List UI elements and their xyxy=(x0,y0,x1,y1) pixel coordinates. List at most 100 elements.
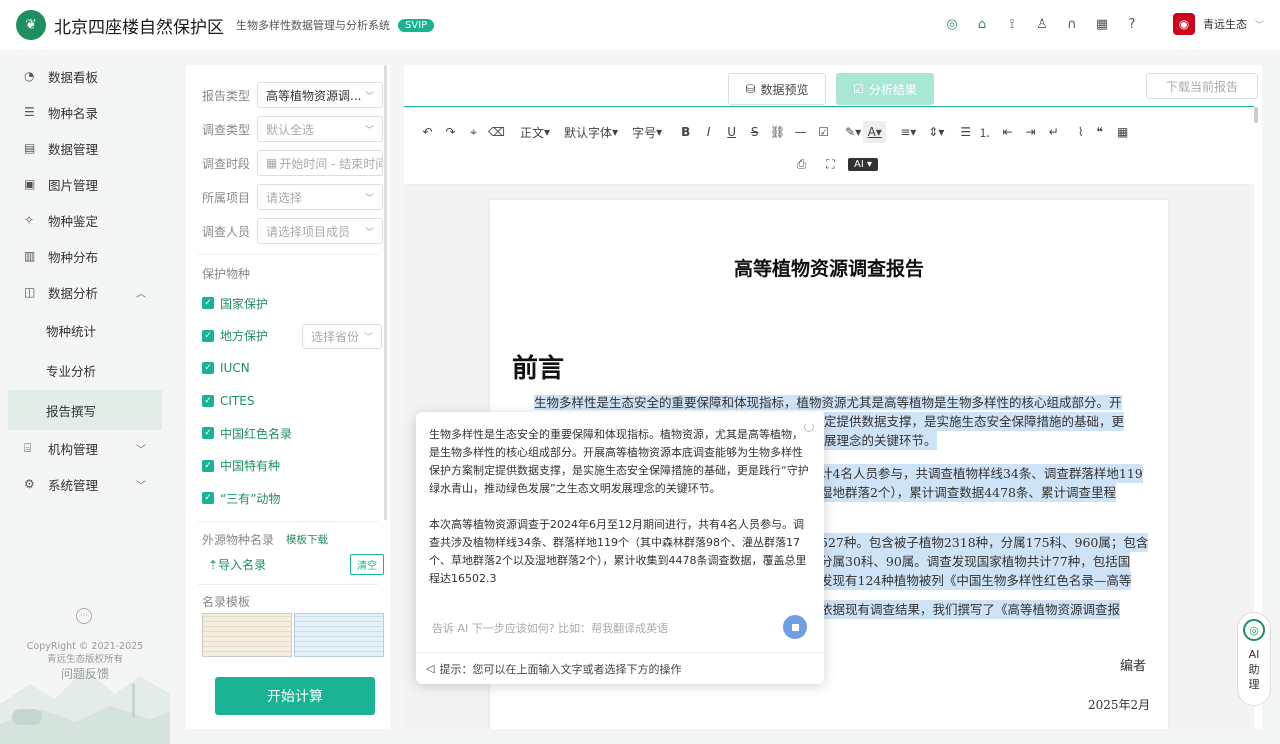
feedback-link[interactable]: 问题反馈 xyxy=(0,668,170,681)
eraser-icon[interactable]: ⌫ xyxy=(485,121,508,143)
chevron-down-icon: ﹀ xyxy=(136,444,146,456)
start-calc-button[interactable]: 开始计算 xyxy=(215,677,375,715)
sidebar-item-system-management[interactable]: ⚙ 系统管理 ﹀ xyxy=(0,466,170,502)
indent-icon[interactable]: ⇥ xyxy=(1019,121,1042,143)
font-select[interactable]: 默认字体 ▾ xyxy=(562,121,620,143)
line-height-icon[interactable]: ⇕▾ xyxy=(918,121,946,143)
database-icon: ⛁ xyxy=(745,82,756,96)
staff-row: 调查人员 请选择项目成员 ﹀ xyxy=(186,214,390,248)
checkbox-local[interactable]: ✓ 地方保护 选择省份 ﹀ xyxy=(186,320,390,353)
todo-icon[interactable]: ☑ xyxy=(812,121,835,143)
bold-icon[interactable]: B xyxy=(674,121,697,143)
stop-icon xyxy=(791,623,799,631)
checkbox-cites[interactable]: ✓ CITES xyxy=(186,385,390,418)
editor-scrollbar[interactable] xyxy=(1254,107,1258,123)
filter-panel: 报告类型 高等植物资源调... ﹀ 调查类型 默认全选 ﹀ 调查时段 ▦ 开始时间 -… xyxy=(186,65,390,729)
sidebar-item-dashboard[interactable]: ◔ 数据看板 xyxy=(0,58,170,94)
sidebar-sub-pro-analysis[interactable]: 专业分析 xyxy=(0,350,170,390)
toolbar-row-2: ⎙ ⛶ AI ▾ xyxy=(790,153,878,175)
qrcode-icon[interactable]: ▦ xyxy=(1094,16,1110,32)
highlight-icon[interactable]: ✎▾ xyxy=(835,121,863,143)
project-select[interactable]: 请选择 ﹀ xyxy=(257,184,383,210)
user-icon[interactable]: ♙ xyxy=(1034,16,1050,32)
toolbar-row-1: ↶ ↷ ⌖ ⌫ 正文 ▾ 默认字体 ▾ 字号 ▾ B I U S ⛓ — ☑ ✎… xyxy=(416,121,1134,143)
more-icon[interactable]: ··· xyxy=(76,608,92,624)
sidebar-item-species-distribution[interactable]: ▥ 物种分布 xyxy=(0,238,170,274)
template-download-link[interactable]: 模板下载 xyxy=(286,532,328,547)
redo-icon[interactable]: ↷ xyxy=(439,121,462,143)
numbered-list-icon[interactable]: ⒈ xyxy=(973,121,996,143)
ai-assistant-button[interactable]: ◎ AI助理 xyxy=(1237,612,1271,706)
check-icon: ✓ xyxy=(202,297,214,310)
bullet-list-icon[interactable]: ☰ xyxy=(946,121,973,143)
fullscreen-icon[interactable]: ⛶ xyxy=(819,153,842,175)
check-icon: ✓ xyxy=(202,492,214,505)
translate-icon[interactable]: ⟟ xyxy=(1004,16,1020,32)
sidebar-sub-species-stats[interactable]: 物种统计 xyxy=(0,310,170,350)
clear-button[interactable]: 清空 xyxy=(350,554,384,575)
user-menu[interactable]: ◉ 青远生态 ﹀ xyxy=(1172,13,1264,35)
check-icon: ✓ xyxy=(202,427,214,440)
sidebar-sub-report-writing[interactable]: 报告撰写 xyxy=(8,390,162,430)
font-size-select[interactable]: 字号 ▾ xyxy=(620,121,674,143)
project-row: 所属项目 请选择 ﹀ xyxy=(186,180,390,214)
checkbox-national[interactable]: ✓ 国家保护 xyxy=(186,287,390,320)
italic-icon[interactable]: I xyxy=(697,121,720,143)
external-list-row: 外源物种名录 模板下载 xyxy=(202,532,328,547)
period-date-range[interactable]: ▦ 开始时间 - 结束时间 xyxy=(257,150,383,176)
import-list-button[interactable]: ⇡导入名录 xyxy=(208,556,266,573)
calendar-icon: ▦ xyxy=(266,156,278,170)
link-icon[interactable]: ⛓ xyxy=(766,121,789,143)
doc-para-1: 生物多样性是生态安全的重要保障和体现指标，植物资源尤其是高等植物是生物多样性的核… xyxy=(534,395,1122,410)
identify-icon: ✧ xyxy=(24,213,35,227)
table-icon[interactable]: ▦ xyxy=(1111,121,1134,143)
hr-icon[interactable]: — xyxy=(789,121,812,143)
align-icon[interactable]: ≡▾ xyxy=(886,121,918,143)
checkbox-three-have[interactable]: ✓ “三有”动物 xyxy=(186,482,390,515)
quote-icon[interactable]: ❝ xyxy=(1088,121,1111,143)
doc-para-1-end: 展理念的关键环节。 xyxy=(824,431,937,450)
avatar: ◉ xyxy=(1172,13,1195,35)
staff-select[interactable]: 请选择项目成员 ﹀ xyxy=(257,218,383,244)
font-color-icon[interactable]: A▾ xyxy=(863,121,887,143)
province-select[interactable]: 选择省份 ﹀ xyxy=(302,323,382,349)
sidebar: ◔ 数据看板 ☰ 物种名录 ▤ 数据管理 ▣ 图片管理 ✧ 物种鉴定 ▥ 物种分布 ◫ 数据分… xyxy=(0,50,170,744)
strikethrough-icon[interactable]: S xyxy=(743,121,766,143)
ai-writing-popup: 生物多样性是生态安全的重要保障和体现指标。植物资源，尤其是高等植物，是生物多样性… xyxy=(416,412,824,684)
format-painter-icon[interactable]: ⌖ xyxy=(462,121,485,143)
sidebar-item-species-list[interactable]: ☰ 物种名录 xyxy=(0,94,170,130)
top-icons: ◎ ⌂ ⟟ ♙ ∩ ▦ ? xyxy=(944,16,1140,32)
outdent-icon[interactable]: ⇤ xyxy=(996,121,1019,143)
help-icon[interactable]: ? xyxy=(1124,16,1140,32)
home-icon[interactable]: ⌂ xyxy=(974,16,990,32)
ai-logo-icon[interactable]: ◎ xyxy=(944,16,960,32)
download-report-button[interactable]: 下载当前报告 xyxy=(1146,73,1258,99)
stop-generation-button[interactable] xyxy=(783,615,807,639)
headset-icon[interactable]: ∩ xyxy=(1064,16,1080,32)
tab-analysis-result[interactable]: ☑ 分析结果 xyxy=(836,73,934,105)
chart-icon: ◫ xyxy=(24,285,36,299)
sidebar-item-data-analysis[interactable]: ◫ 数据分析 ︿ xyxy=(0,274,170,310)
ai-menu-button[interactable]: AI ▾ xyxy=(848,157,878,171)
template-thumb-1[interactable] xyxy=(202,612,292,657)
tab-data-preview[interactable]: ⛁ 数据预览 xyxy=(728,73,826,105)
print-icon[interactable]: ⎙ xyxy=(790,153,813,175)
survey-type-select[interactable]: 默认全选 ﹀ xyxy=(257,116,383,142)
attachment-icon[interactable]: ⌇ xyxy=(1065,121,1088,143)
sidebar-item-image-management[interactable]: ▣ 图片管理 xyxy=(0,166,170,202)
ai-prompt-input[interactable]: 告诉 AI 下一步应该如何? 比如：帮我翻译成英语 xyxy=(432,620,668,636)
report-type-select[interactable]: 高等植物资源调... ﹀ xyxy=(257,82,383,108)
checkbox-endemic[interactable]: ✓ 中国特有种 xyxy=(186,450,390,483)
underline-icon[interactable]: U xyxy=(720,121,743,143)
sidebar-item-data-management[interactable]: ▤ 数据管理 xyxy=(0,130,170,166)
ai-output-para-1: 生物多样性是生态安全的重要保障和体现指标。植物资源，尤其是高等植物，是生物多样性… xyxy=(429,428,809,495)
doc-para-3: 527种。包含被子植物2318种，分属175科、960属；包含 xyxy=(820,533,1149,552)
template-thumb-2[interactable] xyxy=(294,612,384,657)
sidebar-item-org-management[interactable]: ⌸ 机构管理 ﹀ xyxy=(0,430,170,466)
paragraph-select[interactable]: 正文 ▾ xyxy=(508,121,562,143)
undo-icon[interactable]: ↶ xyxy=(416,121,439,143)
checkbox-red-list[interactable]: ✓ 中国红色名录 xyxy=(186,417,390,450)
wrap-icon[interactable]: ↵ xyxy=(1042,121,1065,143)
sidebar-item-species-identify[interactable]: ✧ 物种鉴定 xyxy=(0,202,170,238)
checkbox-iucn[interactable]: ✓ IUCN xyxy=(186,352,390,385)
